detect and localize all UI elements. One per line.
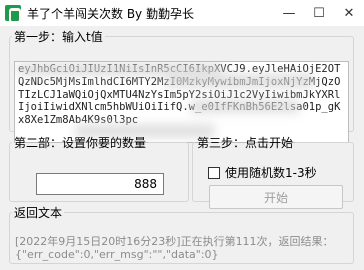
step3-group: 第三步：点击开始 使用随机数1-3秒 开始 [192,134,354,209]
step2-legend: 第二部：设置你要的数量 [14,136,147,150]
step2-group: 第二部：设置你要的数量 888 [9,134,189,202]
result-legend: 返回文本 [14,206,63,220]
title-bar: 羊了个羊闯关次数 By 勤勤孕长 — ☐ ✕ [0,0,364,26]
random-delay-checkbox[interactable]: 使用随机数1-3秒 [208,164,317,181]
step1-group: 第一步：输入t值 eyJhbGciOiJIUzI1NiIsInR5cCI6Ikp… [9,28,354,143]
window-title: 羊了个羊闯关次数 By 勤勤孕长 [27,6,194,21]
maximize-button[interactable]: ☐ [304,0,334,26]
redaction-overlay [190,100,300,113]
count-input[interactable]: 888 [36,173,164,195]
redaction-overlay [165,74,315,88]
result-log: [2022年9月15日20时16分23秒]正在执行第111次，返回结果：{"er… [15,235,334,261]
token-input[interactable]: eyJhbGciOiJIUzI1NiIsInR5cCI6IkpXVCJ9.eyJ… [14,61,349,143]
step3-legend: 第三步：点击开始 [197,136,294,150]
window-controls: — ☐ ✕ [274,0,364,26]
minimize-button[interactable]: — [274,0,304,26]
app-icon [5,5,21,23]
close-button[interactable]: ✕ [334,0,364,26]
step1-legend: 第一步：输入t值 [14,30,103,44]
result-group: 返回文本 [2022年9月15日20时16分23秒]正在执行第111次，返回结果… [9,204,354,264]
checkbox-box[interactable] [208,166,220,179]
random-delay-label: 使用随机数1-3秒 [225,166,317,180]
